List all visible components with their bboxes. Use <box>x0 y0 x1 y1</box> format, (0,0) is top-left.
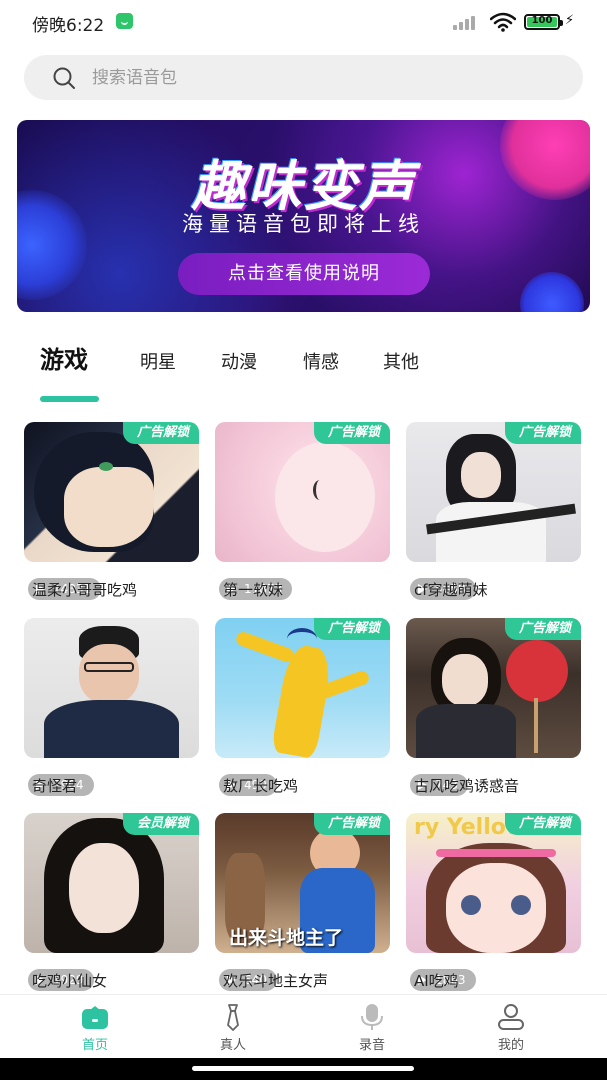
tab-celebrity[interactable]: 明星 <box>140 348 176 374</box>
home-indicator[interactable] <box>192 1066 414 1071</box>
voice-pack-card[interactable]: 出来斗地主了 广告解锁 640 欢乐斗地主女声 <box>215 813 390 993</box>
charging-icon: ⚡ <box>565 13 575 28</box>
user-icon <box>498 1004 524 1030</box>
active-tab-indicator <box>40 396 99 402</box>
voice-pack-card[interactable]: 会员解锁 1929 吃鸡小仙女 <box>24 813 199 993</box>
unlock-badge: 广告解锁 <box>313 813 390 835</box>
voice-pack-title: 古风吃鸡诱惑音 <box>414 777 520 795</box>
tie-icon <box>227 1004 239 1031</box>
search-icon <box>53 67 75 89</box>
nav-item-real-person[interactable]: 真人 <box>193 1003 273 1053</box>
voice-pack-card[interactable]: 7904 奇怪君 <box>24 618 199 798</box>
voice-pack-card[interactable]: 广告解锁 11873 第一软妹 <box>215 422 390 602</box>
voice-pack-card[interactable]: 广告解锁 743 古风吃鸡诱惑音 <box>406 618 581 798</box>
voice-pack-title: cf穿越萌妹 <box>414 581 488 599</box>
banner-decoration <box>520 272 584 312</box>
voice-pack-card[interactable]: 广告解锁 14831 温柔小哥哥吃鸡 <box>24 422 199 602</box>
system-gesture-bar <box>0 1058 607 1080</box>
tab-game[interactable]: 游戏 <box>40 340 88 375</box>
unlock-badge: 广告解锁 <box>504 618 581 640</box>
voice-pack-title: 第一软妹 <box>223 581 284 599</box>
tab-other[interactable]: 其他 <box>383 348 419 374</box>
nav-item-home[interactable]: 首页 <box>55 1003 135 1053</box>
voice-pack-card[interactable]: ry Yellow 广告解锁 1863 AI吃鸡 <box>406 813 581 993</box>
voice-pack-card[interactable]: 广告解锁 5058 cf穿越萌妹 <box>406 422 581 602</box>
nav-label: 首页 <box>81 1038 108 1053</box>
unlock-badge: 广告解锁 <box>122 422 199 444</box>
promo-banner[interactable]: 趣味变声 海量语音包即将上线 点击查看使用说明 <box>17 120 590 312</box>
unlock-badge: 广告解锁 <box>504 422 581 444</box>
nav-label: 录音 <box>358 1038 385 1053</box>
voice-pack-thumbnail <box>24 618 199 758</box>
home-icon <box>82 1006 108 1029</box>
banner-instructions-button[interactable]: 点击查看使用说明 <box>178 253 430 295</box>
voice-pack-title: 吃鸡小仙女 <box>32 972 108 990</box>
voice-pack-title: 奇怪君 <box>32 777 78 795</box>
wifi-icon <box>490 12 516 32</box>
bottom-navigation: 首页 真人 录音 我的 <box>0 994 607 1058</box>
battery-icon: 100 <box>524 14 563 30</box>
nav-label: 我的 <box>497 1038 524 1053</box>
voice-pack-title: 温柔小哥哥吃鸡 <box>32 581 138 599</box>
signal-icon <box>453 14 481 30</box>
unlock-badge: 广告解锁 <box>504 813 581 835</box>
status-bar: 傍晚6:22 100 ⚡ <box>0 0 607 44</box>
app-notification-icon <box>116 13 133 29</box>
voice-pack-title: AI吃鸡 <box>414 972 459 990</box>
nav-label: 真人 <box>219 1038 246 1053</box>
voice-pack-title: 欢乐斗地主女声 <box>223 972 329 990</box>
voice-pack-title: 敖厂长吃鸡 <box>223 777 299 795</box>
nav-item-record[interactable]: 录音 <box>332 1003 412 1053</box>
battery-text: 100 <box>531 15 553 26</box>
unlock-badge: 会员解锁 <box>122 813 199 835</box>
unlock-badge: 广告解锁 <box>313 618 390 640</box>
tab-anime[interactable]: 动漫 <box>221 348 257 374</box>
banner-subtitle: 海量语音包即将上线 <box>182 212 425 236</box>
voice-pack-card[interactable]: 广告解锁 499 敖厂长吃鸡 <box>215 618 390 798</box>
status-time: 傍晚6:22 <box>32 16 105 36</box>
battery-tip <box>560 20 563 26</box>
unlock-badge: 广告解锁 <box>313 422 390 444</box>
microphone-icon <box>361 1004 383 1030</box>
thumbnail-caption: 出来斗地主了 <box>229 927 344 949</box>
category-tabs: 游戏 明星 动漫 情感 其他 <box>0 340 607 404</box>
tab-emotion[interactable]: 情感 <box>303 348 339 374</box>
search-input[interactable] <box>92 55 562 100</box>
search-bar[interactable] <box>24 55 583 100</box>
nav-item-mine[interactable]: 我的 <box>471 1003 551 1053</box>
